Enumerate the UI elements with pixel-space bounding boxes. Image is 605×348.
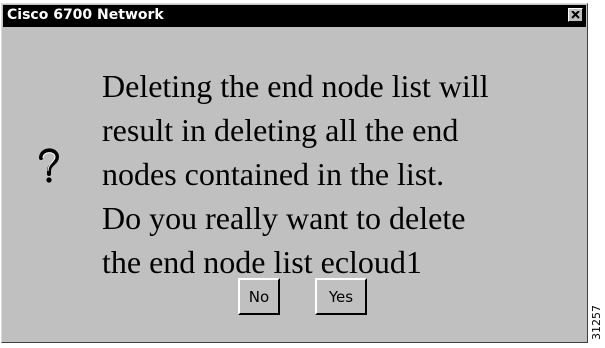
message-line: Do you really want to delete: [102, 200, 466, 236]
message-line: result in deleting all the end: [102, 112, 459, 148]
no-button[interactable]: No: [238, 278, 280, 315]
yes-button[interactable]: Yes: [315, 278, 367, 315]
question-mark-icon: [39, 148, 60, 183]
window-title: Cisco 6700 Network: [7, 7, 164, 23]
dialog-message: Deleting the end node list will result i…: [102, 64, 582, 284]
figure-number-text: 31257: [590, 305, 603, 340]
message-line: nodes contained in the list.: [102, 156, 445, 192]
message-line: Deleting the end node list will: [102, 68, 489, 104]
confirm-delete-dialog: Cisco 6700 Network Deleting the end node…: [1, 3, 588, 343]
close-icon: [571, 11, 580, 19]
title-bar[interactable]: Cisco 6700 Network: [3, 5, 586, 27]
figure-number: 31257: [590, 305, 603, 340]
close-button[interactable]: [568, 8, 583, 22]
